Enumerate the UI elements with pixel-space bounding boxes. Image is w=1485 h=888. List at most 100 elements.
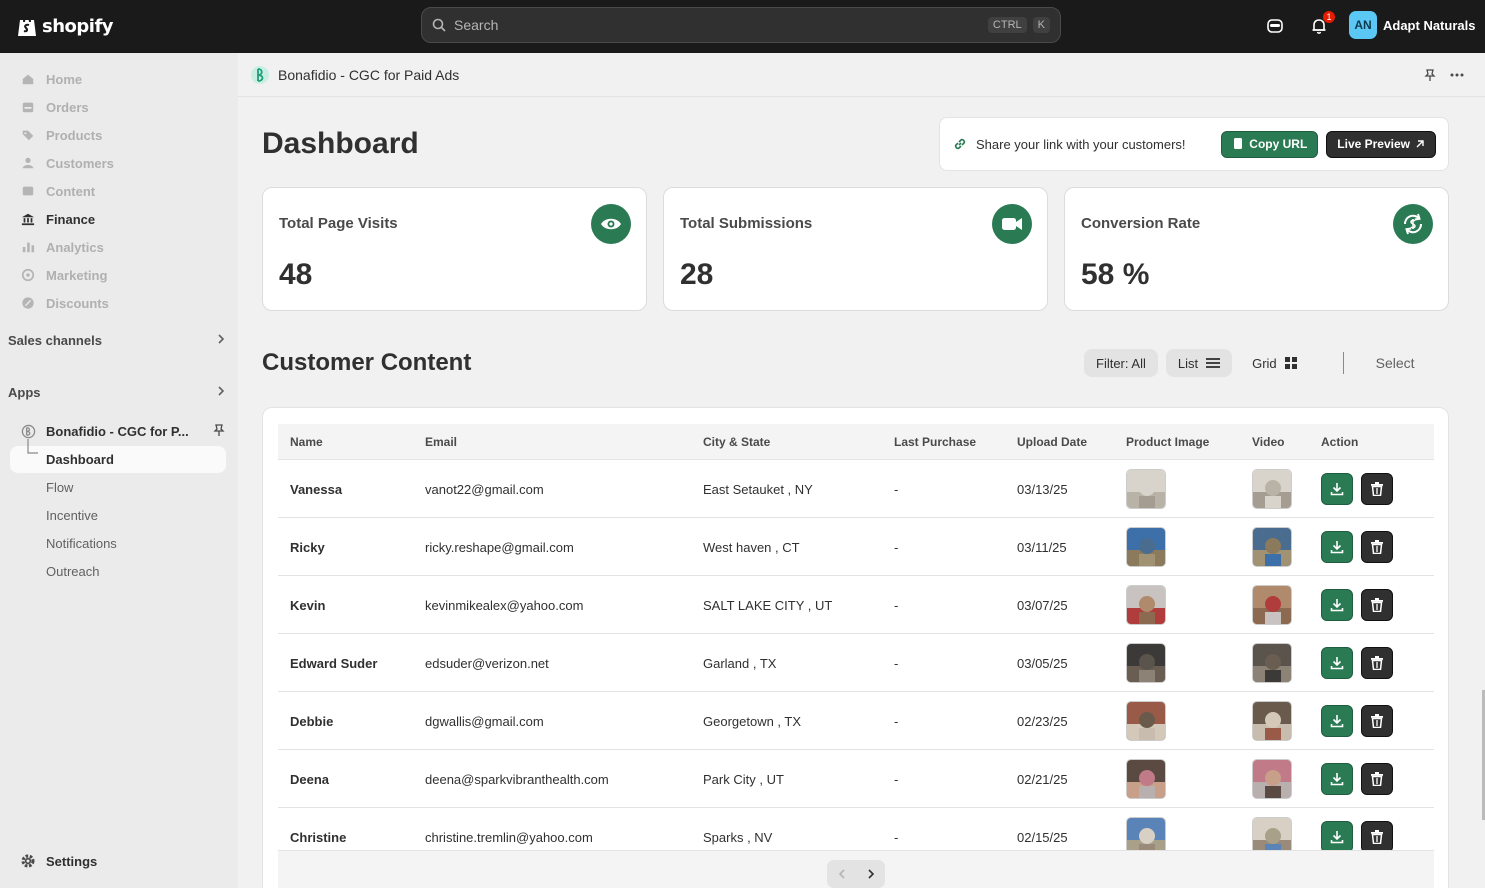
- settings-link[interactable]: Settings: [20, 853, 97, 869]
- orders-icon: [20, 99, 36, 115]
- next-page-button[interactable]: [856, 860, 885, 888]
- video-thumbnail[interactable]: [1252, 643, 1292, 683]
- prev-page-button[interactable]: [827, 860, 856, 888]
- app-name: Bonafidio - CGC for P...: [46, 424, 189, 439]
- sidebar-item-finance[interactable]: Finance: [20, 205, 95, 233]
- delete-button[interactable]: [1361, 705, 1393, 737]
- sub-item-outreach[interactable]: Outreach: [46, 558, 99, 584]
- sidebar-item-orders[interactable]: Orders: [20, 93, 89, 121]
- table-row[interactable]: Kevin kevinmikealex@yahoo.com SALT LAKE CI…: [278, 576, 1434, 634]
- filter-button[interactable]: Filter: All: [1084, 349, 1158, 377]
- sub-item-flow[interactable]: Flow: [46, 474, 73, 500]
- copy-url-label: Copy URL: [1249, 137, 1308, 151]
- sidebar-item-label: Customers: [46, 155, 114, 171]
- sub-item-incentive[interactable]: Incentive: [46, 502, 98, 528]
- cell-upload-date: 03/05/25: [1017, 655, 1068, 671]
- sidebar-item-products[interactable]: Products: [20, 121, 102, 149]
- cell-name: Kevin: [290, 597, 326, 613]
- download-button[interactable]: [1321, 473, 1353, 505]
- sidebar-item-home[interactable]: Home: [20, 65, 82, 93]
- grid-view-button[interactable]: Grid: [1240, 349, 1309, 377]
- search-input[interactable]: Search CTRL K: [421, 7, 1061, 43]
- cell-email: deena@sparkvibranthealth.com: [425, 771, 609, 787]
- stat-card-page-visits: Total Page Visits 48: [262, 187, 647, 311]
- sidebar: Home Orders Products Customers Content Financ…: [0, 53, 238, 888]
- sub-item-dashboard[interactable]: Dashboard: [46, 446, 114, 472]
- sidebar-item-analytics[interactable]: Analytics: [20, 233, 104, 261]
- sidebar-item-customers[interactable]: Customers: [20, 149, 114, 177]
- select-button[interactable]: Select: [1376, 355, 1415, 371]
- pin-icon[interactable]: [1423, 68, 1437, 87]
- notifications-button[interactable]: 1: [1307, 11, 1335, 38]
- download-button[interactable]: [1321, 647, 1353, 679]
- video-thumbnail[interactable]: [1252, 469, 1292, 509]
- sidebar-item-discounts[interactable]: Discounts: [20, 289, 109, 317]
- cell-city-state: West haven , CT: [703, 539, 800, 555]
- link-icon: [954, 138, 966, 150]
- delete-button[interactable]: [1361, 589, 1393, 621]
- product-image-thumbnail[interactable]: [1126, 585, 1166, 625]
- shopify-logo[interactable]: shopify: [16, 12, 114, 40]
- main-content: Bonafidio - CGC for Paid Ads Dashboard S…: [238, 53, 1485, 888]
- table-row[interactable]: Deena deena@sparkvibranthealth.com Park Ci…: [278, 750, 1434, 808]
- copy-url-button[interactable]: Copy URL: [1221, 130, 1319, 158]
- download-button[interactable]: [1321, 705, 1353, 737]
- product-image-thumbnail[interactable]: [1126, 643, 1166, 683]
- product-image-thumbnail[interactable]: [1126, 817, 1166, 850]
- table-row[interactable]: Vanessa vanot22@gmail.com East Setauket , …: [278, 460, 1434, 518]
- column-header-last-purchase: Last Purchase: [894, 435, 977, 449]
- video-thumbnail[interactable]: [1252, 701, 1292, 741]
- more-options-icon[interactable]: [1449, 67, 1465, 88]
- cell-upload-date: 03/11/25: [1017, 539, 1067, 555]
- product-image-thumbnail[interactable]: [1126, 469, 1166, 509]
- table-row[interactable]: Christine christine.tremlin@yahoo.com Spar…: [278, 808, 1434, 850]
- stat-label: Total Page Visits: [279, 215, 398, 232]
- table-row[interactable]: Edward Suder edsuder@verizon.net Garland ,…: [278, 634, 1434, 692]
- sidekick-button[interactable]: [1263, 14, 1287, 38]
- apps-header[interactable]: Apps: [8, 385, 226, 400]
- sidebar-item-marketing[interactable]: Marketing: [20, 261, 107, 289]
- delete-button[interactable]: [1361, 821, 1393, 850]
- column-header-product-image: Product Image: [1126, 435, 1210, 449]
- delete-button[interactable]: [1361, 647, 1393, 679]
- video-thumbnail[interactable]: [1252, 585, 1292, 625]
- product-image-thumbnail[interactable]: [1126, 759, 1166, 799]
- content-table: Name Email City & State Last Purchase Upload…: [262, 407, 1449, 888]
- video-thumbnail[interactable]: [1252, 527, 1292, 567]
- dollar-cycle-icon: [1393, 204, 1433, 244]
- delete-button[interactable]: [1361, 763, 1393, 795]
- sidebar-item-content[interactable]: Content: [20, 177, 95, 205]
- delete-button[interactable]: [1361, 473, 1393, 505]
- product-image-thumbnail[interactable]: [1126, 701, 1166, 741]
- cell-upload-date: 02/21/25: [1017, 771, 1068, 787]
- account-menu[interactable]: AN Adapt Naturals: [1349, 11, 1475, 39]
- pin-icon[interactable]: [212, 423, 226, 440]
- download-button[interactable]: [1321, 589, 1353, 621]
- table-row[interactable]: Debbie dgwallis@gmail.com Georgetown , TX -…: [278, 692, 1434, 750]
- sidebar-item-label: Orders: [46, 99, 89, 115]
- app-bonafidio[interactable]: Bonafidio - CGC for P...: [20, 423, 226, 440]
- download-icon: [1330, 715, 1344, 728]
- sidebar-item-label: Marketing: [46, 267, 108, 283]
- sales-channels-header[interactable]: Sales channels: [8, 333, 226, 348]
- download-button[interactable]: [1321, 531, 1353, 563]
- shortcut-k: K: [1032, 17, 1050, 33]
- delete-button[interactable]: [1361, 531, 1393, 563]
- live-preview-button[interactable]: Live Preview: [1326, 130, 1436, 158]
- product-image-thumbnail[interactable]: [1126, 527, 1166, 567]
- table-row[interactable]: Ricky ricky.reshape@gmail.com West haven ,…: [278, 518, 1434, 576]
- app-title: Bonafidio - CGC for Paid Ads: [278, 66, 460, 83]
- notification-badge: 1: [1323, 11, 1335, 23]
- list-view-button[interactable]: List: [1165, 349, 1233, 377]
- cell-last-purchase: -: [894, 597, 899, 613]
- target-icon: [20, 267, 36, 283]
- chevron-right-icon: [216, 385, 226, 400]
- sidebar-item-label: Content: [46, 183, 96, 199]
- video-thumbnail[interactable]: [1252, 817, 1292, 850]
- cell-name: Ricky: [290, 539, 325, 555]
- download-button[interactable]: [1321, 821, 1353, 850]
- sub-item-notifications[interactable]: Notifications: [46, 530, 117, 556]
- download-button[interactable]: [1321, 763, 1353, 795]
- cell-email: christine.tremlin@yahoo.com: [425, 829, 593, 845]
- video-thumbnail[interactable]: [1252, 759, 1292, 799]
